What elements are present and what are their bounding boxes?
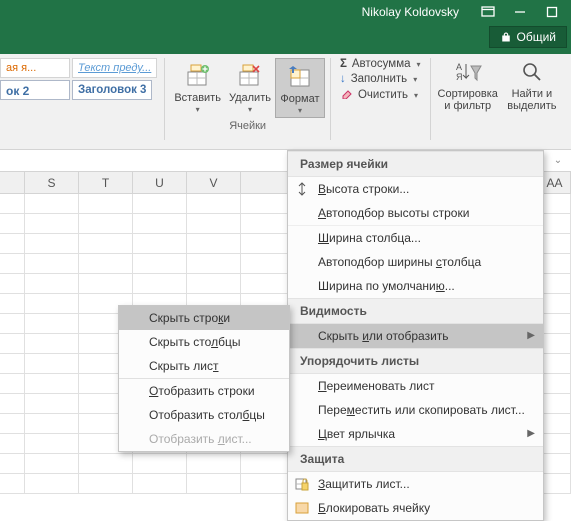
lock-cell-item[interactable]: Блокировать ячейку <box>288 496 543 520</box>
sort-filter-icon: АЯ <box>454 56 482 88</box>
delete-button[interactable]: Удалить▾ <box>225 58 275 118</box>
menu-section-visibility: Видимость <box>288 298 543 324</box>
style-cell[interactable]: Текст преду... <box>72 58 157 78</box>
sigma-icon: Σ <box>340 58 347 70</box>
move-sheet-item[interactable]: Переместить или скопировать лист... <box>288 398 543 422</box>
expand-formula-icon[interactable]: ⌄ <box>549 155 567 166</box>
autofit-row-item[interactable]: Автоподбор высоты строки <box>288 201 543 225</box>
titlebar: Nikolay Koldovsky <box>0 0 571 24</box>
eraser-icon <box>340 88 353 102</box>
submenu-arrow-icon: ▶ <box>527 428 535 439</box>
hide-show-submenu: Скрыть строки Скрыть столбцы Скрыть лист… <box>118 305 290 452</box>
chevron-down-icon: ▾ <box>413 75 417 84</box>
maximize-button[interactable] <box>537 2 567 22</box>
col-header-gutter <box>0 172 25 193</box>
submenu-arrow-icon: ▶ <box>527 330 535 341</box>
ribbon-options-button[interactable] <box>473 2 503 22</box>
col-header[interactable]: S <box>25 172 79 193</box>
separator <box>330 58 331 140</box>
rename-sheet-item[interactable]: Переименовать лист <box>288 374 543 398</box>
find-icon <box>520 56 544 88</box>
tab-color-item[interactable]: Цвет ярлычка▶ <box>288 422 543 446</box>
separator <box>430 58 431 140</box>
menu-section-protect: Защита <box>288 446 543 472</box>
fill-down-icon: ↓ <box>340 73 346 85</box>
chevron-down-icon: ▾ <box>417 60 421 69</box>
lock-cell-icon <box>294 500 310 516</box>
col-width-item[interactable]: Ширина столбца... <box>288 225 543 250</box>
col-header[interactable]: V <box>187 172 241 193</box>
format-button[interactable]: Формат▾ <box>275 58 325 118</box>
svg-text:Я: Я <box>456 72 463 82</box>
share-button[interactable]: Общий <box>489 26 568 48</box>
show-rows-item[interactable]: Отобразить строки <box>119 378 289 403</box>
format-menu: Размер ячейки Высота строки... Автоподбо… <box>287 150 544 521</box>
menu-section-size: Размер ячейки <box>288 151 543 177</box>
show-sheet-item: Отобразить лист... <box>119 427 289 451</box>
hide-sheet-item[interactable]: Скрыть лист <box>119 354 289 378</box>
cells-group: Вставить▾ Удалить▾ Формат▾ Ячейки <box>168 54 327 149</box>
svg-text:А: А <box>456 62 462 72</box>
show-cols-item[interactable]: Отобразить столбцы <box>119 403 289 427</box>
hide-show-item[interactable]: Скрыть или отобразить▶ <box>288 324 543 348</box>
styles-gallery[interactable]: ая я... Текст преду... ок 2 Заголовок 3 <box>0 54 161 149</box>
sharebar: Общий <box>0 24 571 54</box>
style-cell[interactable]: ая я... <box>0 58 70 78</box>
row-height-item[interactable]: Высота строки... <box>288 177 543 201</box>
chevron-down-icon: ▾ <box>248 105 252 114</box>
style-cell[interactable]: ок 2 <box>0 80 70 100</box>
sort-filter-button[interactable]: АЯ Сортировка и фильтр <box>434 54 502 149</box>
col-header[interactable]: U <box>133 172 187 193</box>
chevron-down-icon: ▾ <box>298 106 302 115</box>
fill-button[interactable]: ↓Заполнить▾ <box>340 73 421 85</box>
menu-section-sheets: Упорядочить листы <box>288 348 543 374</box>
group-label: Ячейки <box>229 120 266 132</box>
insert-cells-icon <box>185 60 211 92</box>
autofit-col-item[interactable]: Автоподбор ширины столбца <box>288 250 543 274</box>
clear-button[interactable]: Очистить▾ <box>340 88 421 102</box>
default-width-item[interactable]: Ширина по умолчанию... <box>288 274 543 298</box>
protect-sheet-item[interactable]: Защитить лист... <box>288 472 543 496</box>
editing-small: ΣАвтосумма▾ ↓Заполнить▾ Очистить▾ <box>334 54 427 149</box>
insert-button[interactable]: Вставить▾ <box>170 58 225 118</box>
row-height-icon <box>294 181 310 197</box>
delete-cells-icon <box>237 60 263 92</box>
user-name: Nikolay Koldovsky <box>362 5 459 19</box>
separator <box>164 58 165 140</box>
protect-sheet-icon <box>294 476 310 492</box>
ribbon: ая я... Текст преду... ок 2 Заголовок 3 … <box>0 54 571 150</box>
find-select-button[interactable]: Найти и выделить <box>502 54 562 149</box>
chevron-down-icon: ▾ <box>196 105 200 114</box>
hide-rows-item[interactable]: Скрыть строки <box>119 306 289 330</box>
share-label: Общий <box>517 30 557 44</box>
chevron-down-icon: ▾ <box>414 91 418 100</box>
col-header[interactable]: T <box>79 172 133 193</box>
autosum-button[interactable]: ΣАвтосумма▾ <box>340 58 421 70</box>
minimize-button[interactable] <box>505 2 535 22</box>
hide-cols-item[interactable]: Скрыть столбцы <box>119 330 289 354</box>
style-cell[interactable]: Заголовок 3 <box>72 80 152 100</box>
format-icon <box>287 61 313 93</box>
